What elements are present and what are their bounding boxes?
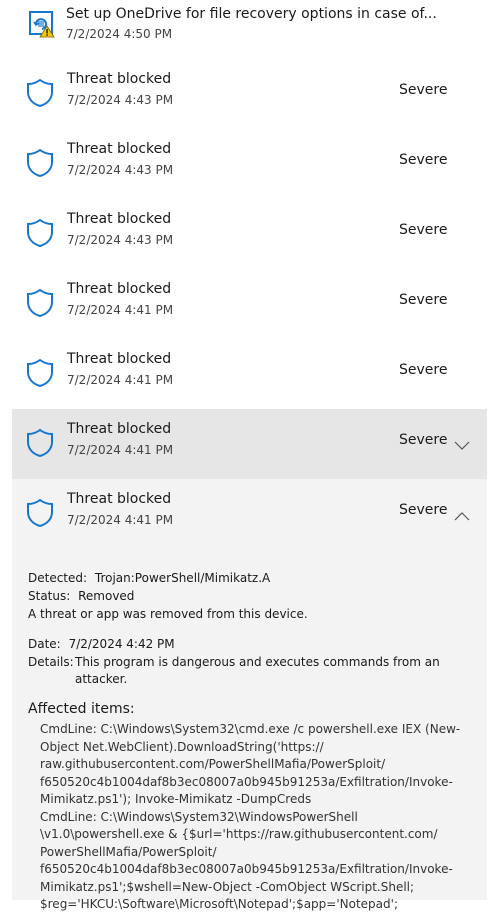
detected-value: Trojan:PowerShell/Mimikatz.A: [94, 571, 271, 585]
severity-label: Severe: [399, 222, 448, 238]
onedrive-title: Set up OneDrive for file recovery option…: [66, 6, 437, 22]
threat-title: Threat blocked: [67, 491, 172, 507]
threat-row[interactable]: Threat blocked 7/2/2024 4:41 PM Severe: [12, 339, 487, 409]
severity-label: Severe: [399, 432, 448, 448]
severity-label: Severe: [399, 502, 448, 518]
threat-time: 7/2/2024 4:43 PM: [67, 163, 174, 177]
status-value: Removed: [78, 589, 135, 603]
chevron-down-icon[interactable]: [454, 436, 470, 450]
shield-icon: [26, 148, 54, 178]
threat-row[interactable]: Threat blocked 7/2/2024 4:43 PM Severe: [12, 129, 487, 199]
status-note: A threat or app was removed from this de…: [28, 607, 308, 621]
details-label: Details:: [28, 655, 74, 669]
severity-label: Severe: [399, 152, 448, 168]
threat-title: Threat blocked: [67, 71, 172, 87]
shield-icon: [26, 218, 54, 248]
threat-title: Threat blocked: [67, 141, 172, 157]
affected-items-text: CmdLine: C:\Windows\System32\cmd.exe /c …: [40, 722, 461, 911]
threat-row-hovered[interactable]: Threat blocked 7/2/2024 4:41 PM Severe: [12, 409, 487, 479]
threat-time: 7/2/2024 4:43 PM: [67, 233, 174, 247]
threat-time: 7/2/2024 4:41 PM: [67, 443, 174, 457]
shield-icon: [26, 78, 54, 108]
status-label: Status:: [28, 589, 71, 603]
details-line-1: This program is dangerous and executes c…: [75, 655, 440, 669]
threat-title: Threat blocked: [67, 351, 172, 367]
onedrive-warning-icon: [28, 10, 56, 38]
chevron-up-icon[interactable]: [454, 506, 470, 521]
threat-row[interactable]: Threat blocked 7/2/2024 4:41 PM Severe: [12, 269, 487, 339]
threat-title: Threat blocked: [67, 281, 172, 297]
severity-label: Severe: [399, 292, 448, 308]
shield-icon: [26, 498, 54, 528]
date-label: Date:: [28, 637, 61, 651]
severity-label: Severe: [399, 362, 448, 378]
status-line: Status: Removed: [28, 589, 134, 603]
date-line: Date: 7/2/2024 4:42 PM: [28, 637, 175, 651]
date-value: 7/2/2024 4:42 PM: [68, 637, 175, 651]
shield-icon: [26, 428, 54, 458]
threat-title: Threat blocked: [67, 211, 172, 227]
shield-icon: [26, 358, 54, 388]
threat-time: 7/2/2024 4:41 PM: [67, 303, 174, 317]
detected-line: Detected: Trojan:PowerShell/Mimikatz.A: [28, 571, 270, 585]
threat-row[interactable]: Threat blocked 7/2/2024 4:43 PM Severe: [12, 59, 487, 129]
details-line-2: attacker.: [75, 672, 128, 687]
threat-title: Threat blocked: [67, 421, 172, 437]
threat-time: 7/2/2024 4:43 PM: [67, 93, 174, 107]
severity-label: Severe: [399, 82, 448, 98]
shield-icon: [26, 288, 54, 318]
detected-label: Detected:: [28, 571, 88, 585]
list-item-onedrive[interactable]: Set up OneDrive for file recovery option…: [12, 0, 487, 48]
details-text: This program is dangerous and executes c…: [75, 654, 475, 689]
threat-time: 7/2/2024 4:41 PM: [67, 513, 174, 527]
threat-row-expanded[interactable]: Threat blocked 7/2/2024 4:41 PM Severe: [12, 479, 487, 549]
threat-time: 7/2/2024 4:41 PM: [67, 373, 174, 387]
threat-row[interactable]: Threat blocked 7/2/2024 4:43 PM Severe: [12, 199, 487, 269]
onedrive-time: 7/2/2024 4:50 PM: [66, 27, 173, 41]
affected-items-heading: Affected items:: [28, 701, 135, 717]
